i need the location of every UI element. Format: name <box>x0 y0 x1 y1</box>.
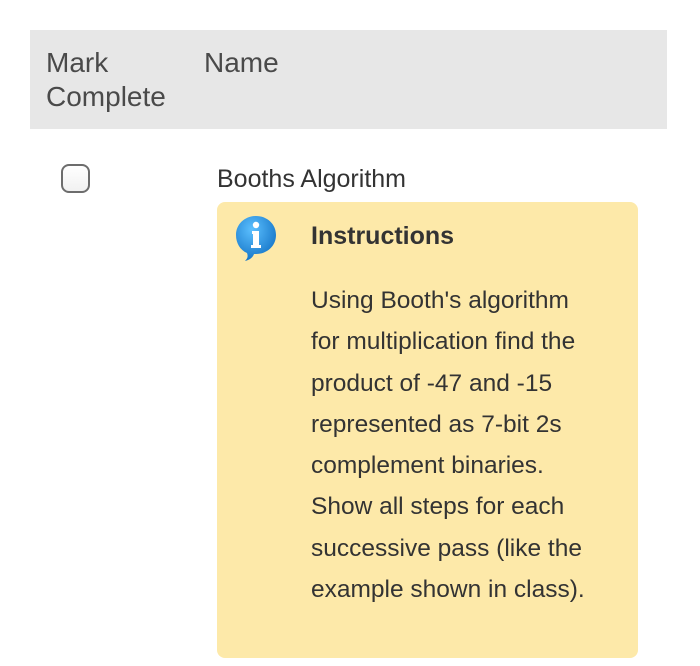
column-header-name: Name <box>204 47 279 78</box>
column-header-mark-complete: Mark Complete <box>46 47 166 112</box>
mark-complete-checkbox[interactable] <box>61 164 90 193</box>
instructions-title: Instructions <box>311 222 455 250</box>
instructions-box: Instructions Using Booth's algorithm for… <box>217 202 638 658</box>
item-name: Booths Algorithm <box>217 165 406 193</box>
instructions-line: represented as 7-bit 2s <box>311 410 562 438</box>
instructions-line: for multiplication find the <box>311 328 576 356</box>
table-header: Mark Complete Name <box>30 30 667 129</box>
instructions-line: complement binaries. <box>311 452 544 480</box>
instructions-line: successive pass (like the <box>311 534 582 562</box>
instructions-line: Show all steps for each <box>311 493 565 521</box>
instructions-line: Using Booth's algorithm <box>311 287 569 314</box>
instructions-line: product of -47 and -15 <box>311 369 553 397</box>
instructions-line: example shown in class). <box>311 576 585 604</box>
info-icon <box>236 216 276 261</box>
instructions-body: Using Booth's algorithm for multiplicati… <box>311 280 621 610</box>
